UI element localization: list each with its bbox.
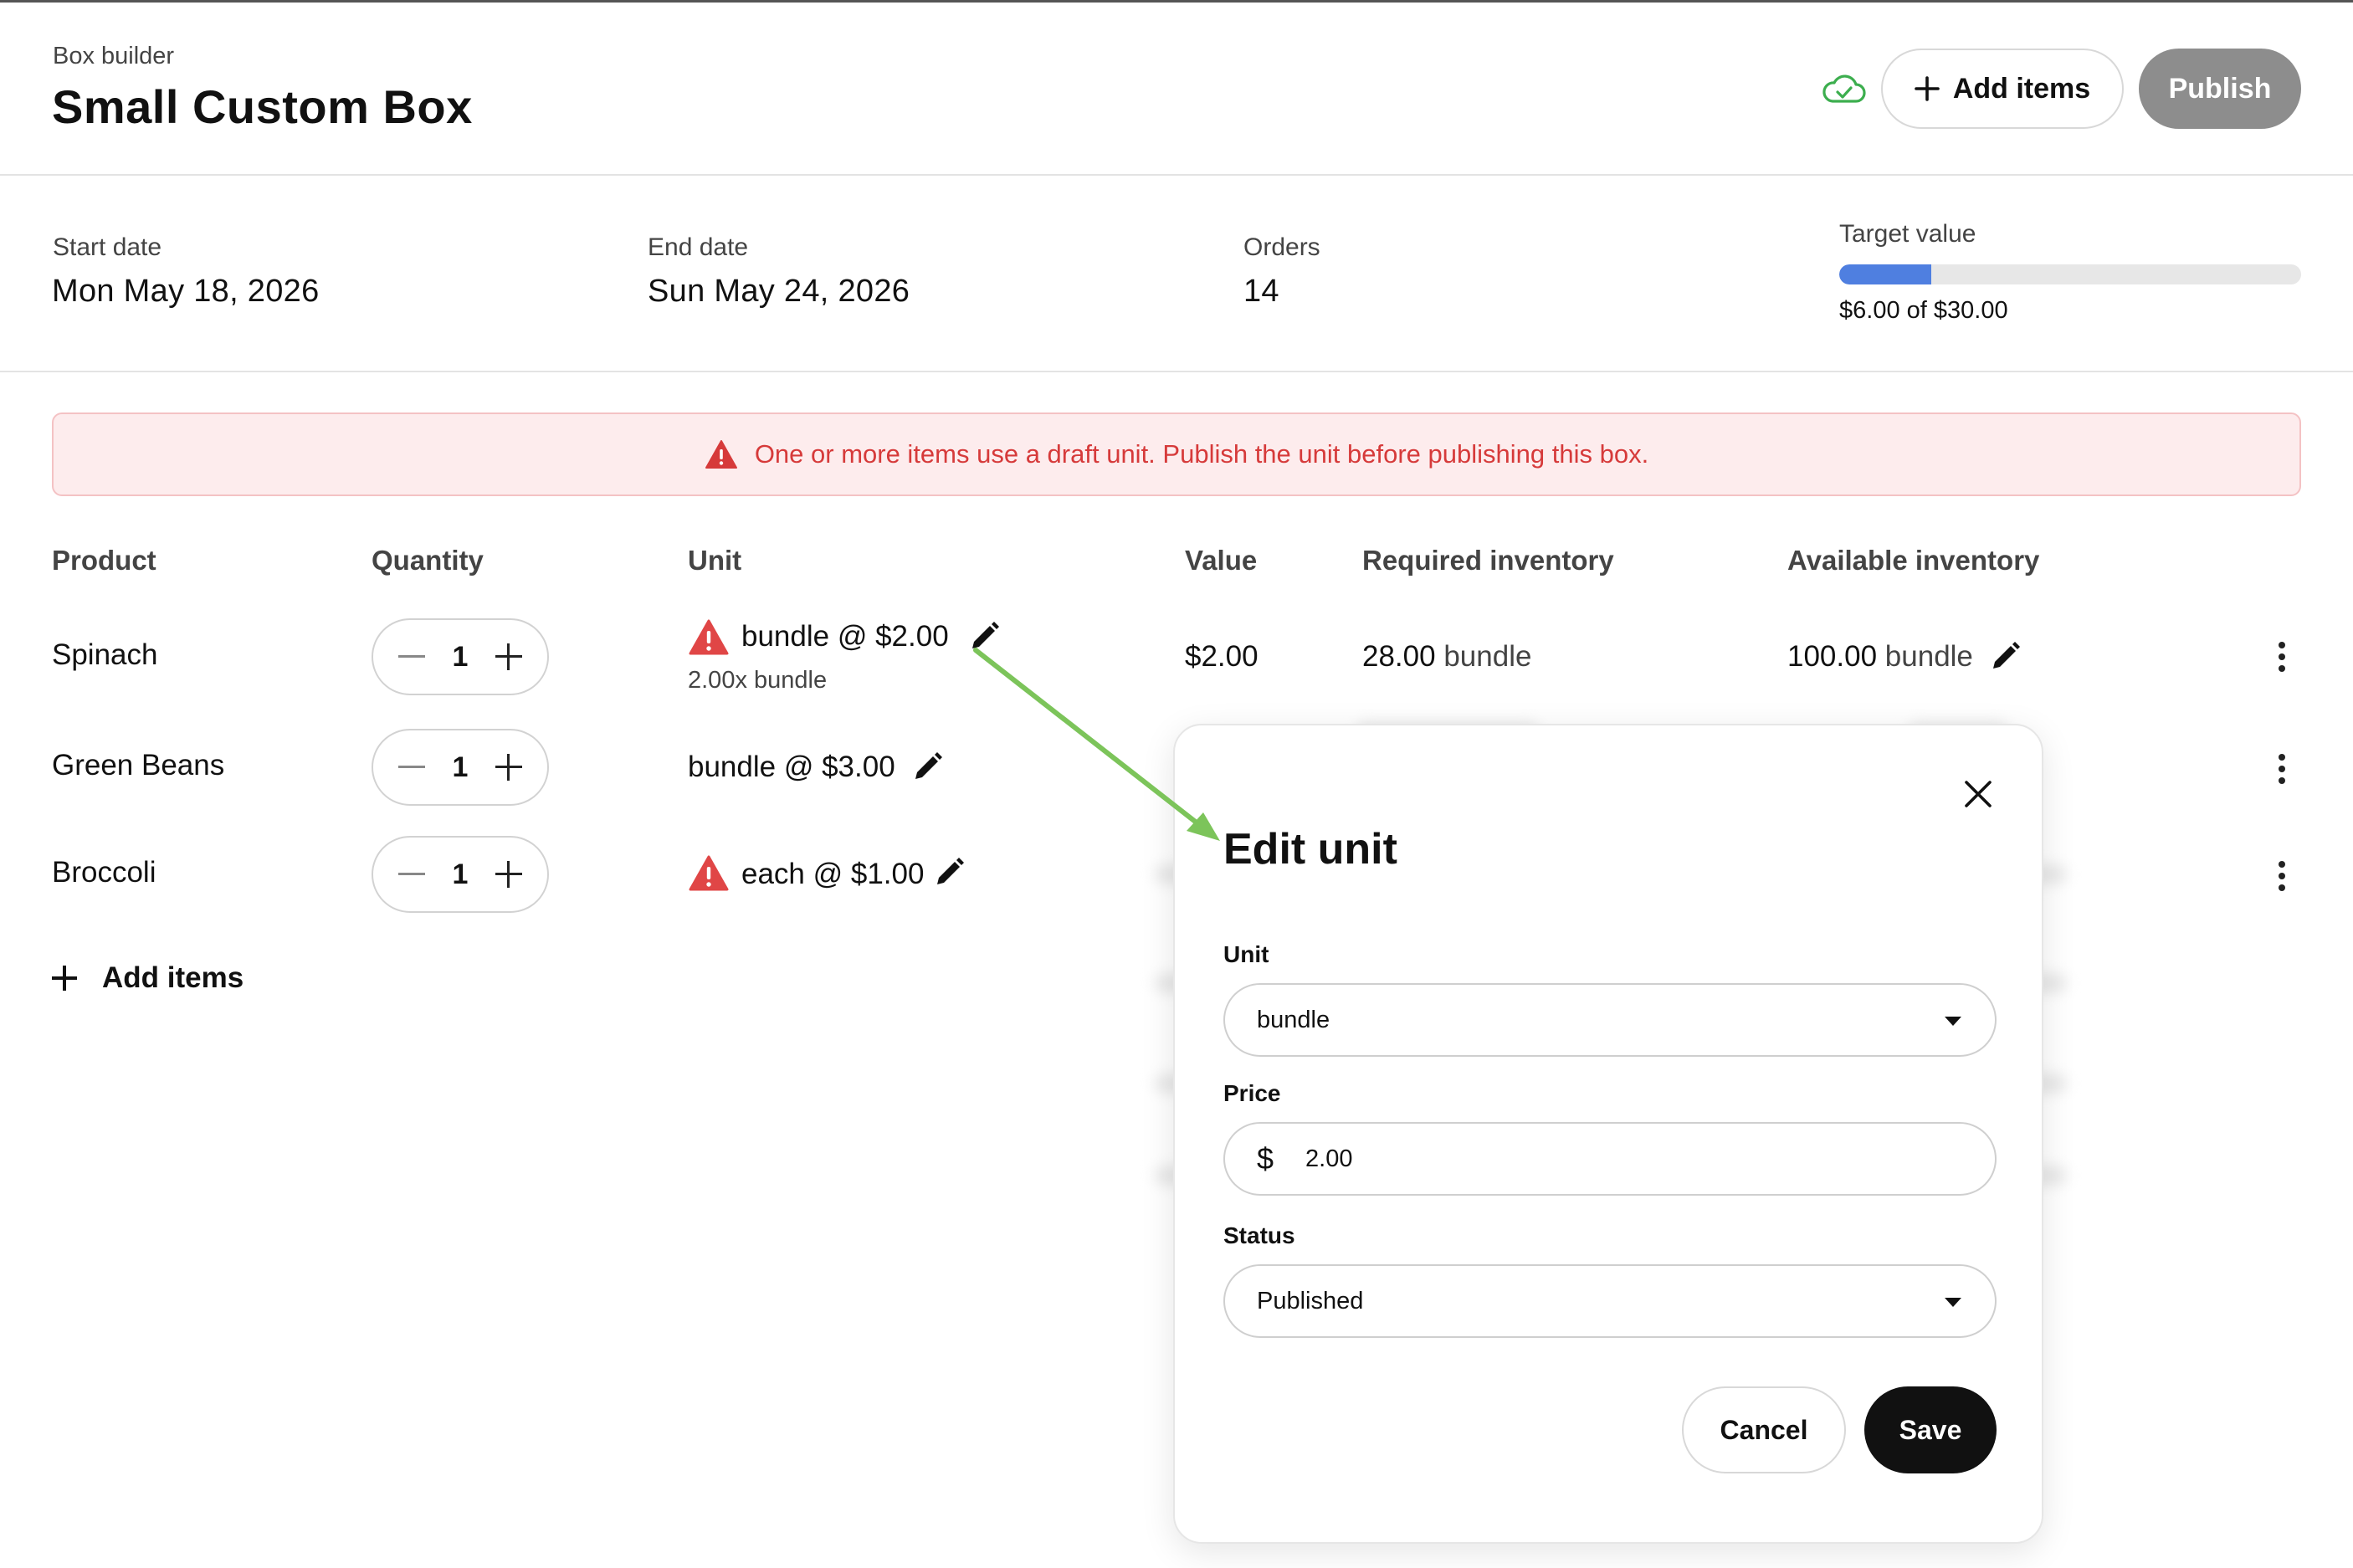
edit-unit-modal: Edit unit Unit bundle Price $ 2.00 Statu… bbox=[1173, 724, 2043, 1544]
add-items-link[interactable]: Add items bbox=[52, 961, 244, 995]
orders-label: Orders bbox=[1243, 233, 1320, 261]
plus-icon[interactable] bbox=[492, 751, 525, 784]
chevron-down-icon bbox=[1945, 1017, 1961, 1026]
pencil-icon[interactable] bbox=[932, 856, 966, 889]
product-name: Green Beans bbox=[52, 749, 225, 781]
quantity-value[interactable]: 1 bbox=[453, 751, 469, 784]
pencil-icon[interactable] bbox=[910, 751, 944, 784]
cloud-check-icon bbox=[1822, 74, 1866, 103]
modal-title: Edit unit bbox=[1223, 825, 1397, 874]
value-text: $2.00 bbox=[1185, 640, 1259, 673]
end-date-label: End date bbox=[648, 233, 749, 261]
status-select[interactable]: Published bbox=[1223, 1264, 1997, 1338]
column-header-value: Value bbox=[1185, 545, 1258, 576]
minus-icon[interactable] bbox=[395, 751, 428, 784]
unit-field-label: Unit bbox=[1223, 941, 1269, 967]
available-inventory: 100.00 bundle bbox=[1787, 640, 1973, 674]
unit-text: each @ $1.00 bbox=[741, 858, 925, 890]
row-menu-icon[interactable] bbox=[2273, 637, 2289, 677]
column-header-product: Product bbox=[52, 545, 156, 576]
unit-select-value: bundle bbox=[1257, 1006, 1330, 1033]
status-field-label: Status bbox=[1223, 1222, 1295, 1248]
minus-icon[interactable] bbox=[395, 640, 428, 674]
add-items-link-label: Add items bbox=[102, 961, 244, 994]
quantity-stepper: 1 bbox=[372, 618, 549, 695]
product-name: Spinach bbox=[52, 638, 158, 671]
price-input[interactable]: $ 2.00 bbox=[1223, 1122, 1997, 1196]
column-header-unit: Unit bbox=[688, 545, 742, 576]
plus-icon[interactable] bbox=[492, 858, 525, 891]
start-date-label: Start date bbox=[53, 233, 162, 261]
plus-icon bbox=[52, 966, 77, 991]
minus-icon[interactable] bbox=[395, 858, 428, 891]
warning-triangle-icon bbox=[689, 619, 729, 655]
page-title: Small Custom Box bbox=[52, 80, 473, 133]
breadcrumb[interactable]: Box builder bbox=[53, 43, 174, 70]
required-inventory: 28.00 bundle bbox=[1362, 640, 1531, 674]
alert-message: One or more items use a draft unit. Publ… bbox=[754, 439, 1649, 469]
quantity-value[interactable]: 1 bbox=[453, 641, 469, 674]
add-items-button-label: Add items bbox=[1952, 72, 2091, 105]
cancel-button[interactable]: Cancel bbox=[1682, 1386, 1846, 1473]
column-header-available-inventory: Available inventory bbox=[1787, 545, 2040, 576]
row-menu-icon[interactable] bbox=[2273, 856, 2289, 896]
target-progress-bar bbox=[1839, 264, 2301, 284]
price-input-value: 2.00 bbox=[1305, 1145, 1353, 1172]
unit-text: bundle @ $3.00 bbox=[688, 751, 895, 783]
available-inventory-amount: 100.00 bbox=[1787, 640, 1878, 673]
pencil-icon[interactable] bbox=[967, 620, 1001, 653]
save-button[interactable]: Save bbox=[1864, 1386, 1997, 1473]
publish-button[interactable]: Publish bbox=[2139, 49, 2301, 129]
status-select-value: Published bbox=[1257, 1287, 1364, 1314]
plus-icon[interactable] bbox=[492, 640, 525, 674]
quantity-stepper: 1 bbox=[372, 729, 549, 806]
product-name: Broccoli bbox=[52, 856, 156, 889]
required-inventory-amount: 28.00 bbox=[1362, 640, 1436, 673]
target-progress-fill bbox=[1839, 264, 1932, 284]
target-value-label: Target value bbox=[1839, 220, 1976, 248]
dollar-prefix: $ bbox=[1257, 1141, 1274, 1176]
chevron-down-icon bbox=[1945, 1298, 1961, 1307]
row-menu-icon[interactable] bbox=[2273, 749, 2289, 789]
pencil-icon[interactable] bbox=[1988, 640, 2022, 674]
price-field-label: Price bbox=[1223, 1080, 1281, 1106]
orders-value: 14 bbox=[1243, 274, 1279, 309]
start-date-value: Mon May 18, 2026 bbox=[52, 274, 320, 309]
warning-triangle-icon bbox=[689, 855, 729, 891]
unit-subtext: 2.00x bundle bbox=[688, 667, 828, 694]
column-header-required-inventory: Required inventory bbox=[1362, 545, 1614, 576]
quantity-stepper: 1 bbox=[372, 836, 549, 913]
required-inventory-unit: bundle bbox=[1443, 640, 1532, 673]
draft-unit-alert: One or more items use a draft unit. Publ… bbox=[52, 412, 2301, 496]
column-header-quantity: Quantity bbox=[372, 545, 484, 576]
close-icon[interactable] bbox=[1961, 777, 1995, 811]
warning-triangle-icon bbox=[705, 440, 737, 469]
end-date-value: Sun May 24, 2026 bbox=[648, 274, 910, 309]
plus-icon bbox=[1915, 76, 1940, 101]
add-items-button[interactable]: Add items bbox=[1881, 49, 2124, 129]
quantity-value[interactable]: 1 bbox=[453, 858, 469, 891]
target-value-caption: $6.00 of $30.00 bbox=[1839, 297, 2008, 324]
unit-select[interactable]: bundle bbox=[1223, 983, 1997, 1057]
unit-text: bundle @ $2.00 bbox=[741, 620, 949, 653]
page-header: Box builder Small Custom Box Add items P… bbox=[0, 3, 2353, 176]
available-inventory-unit: bundle bbox=[1884, 640, 1973, 673]
